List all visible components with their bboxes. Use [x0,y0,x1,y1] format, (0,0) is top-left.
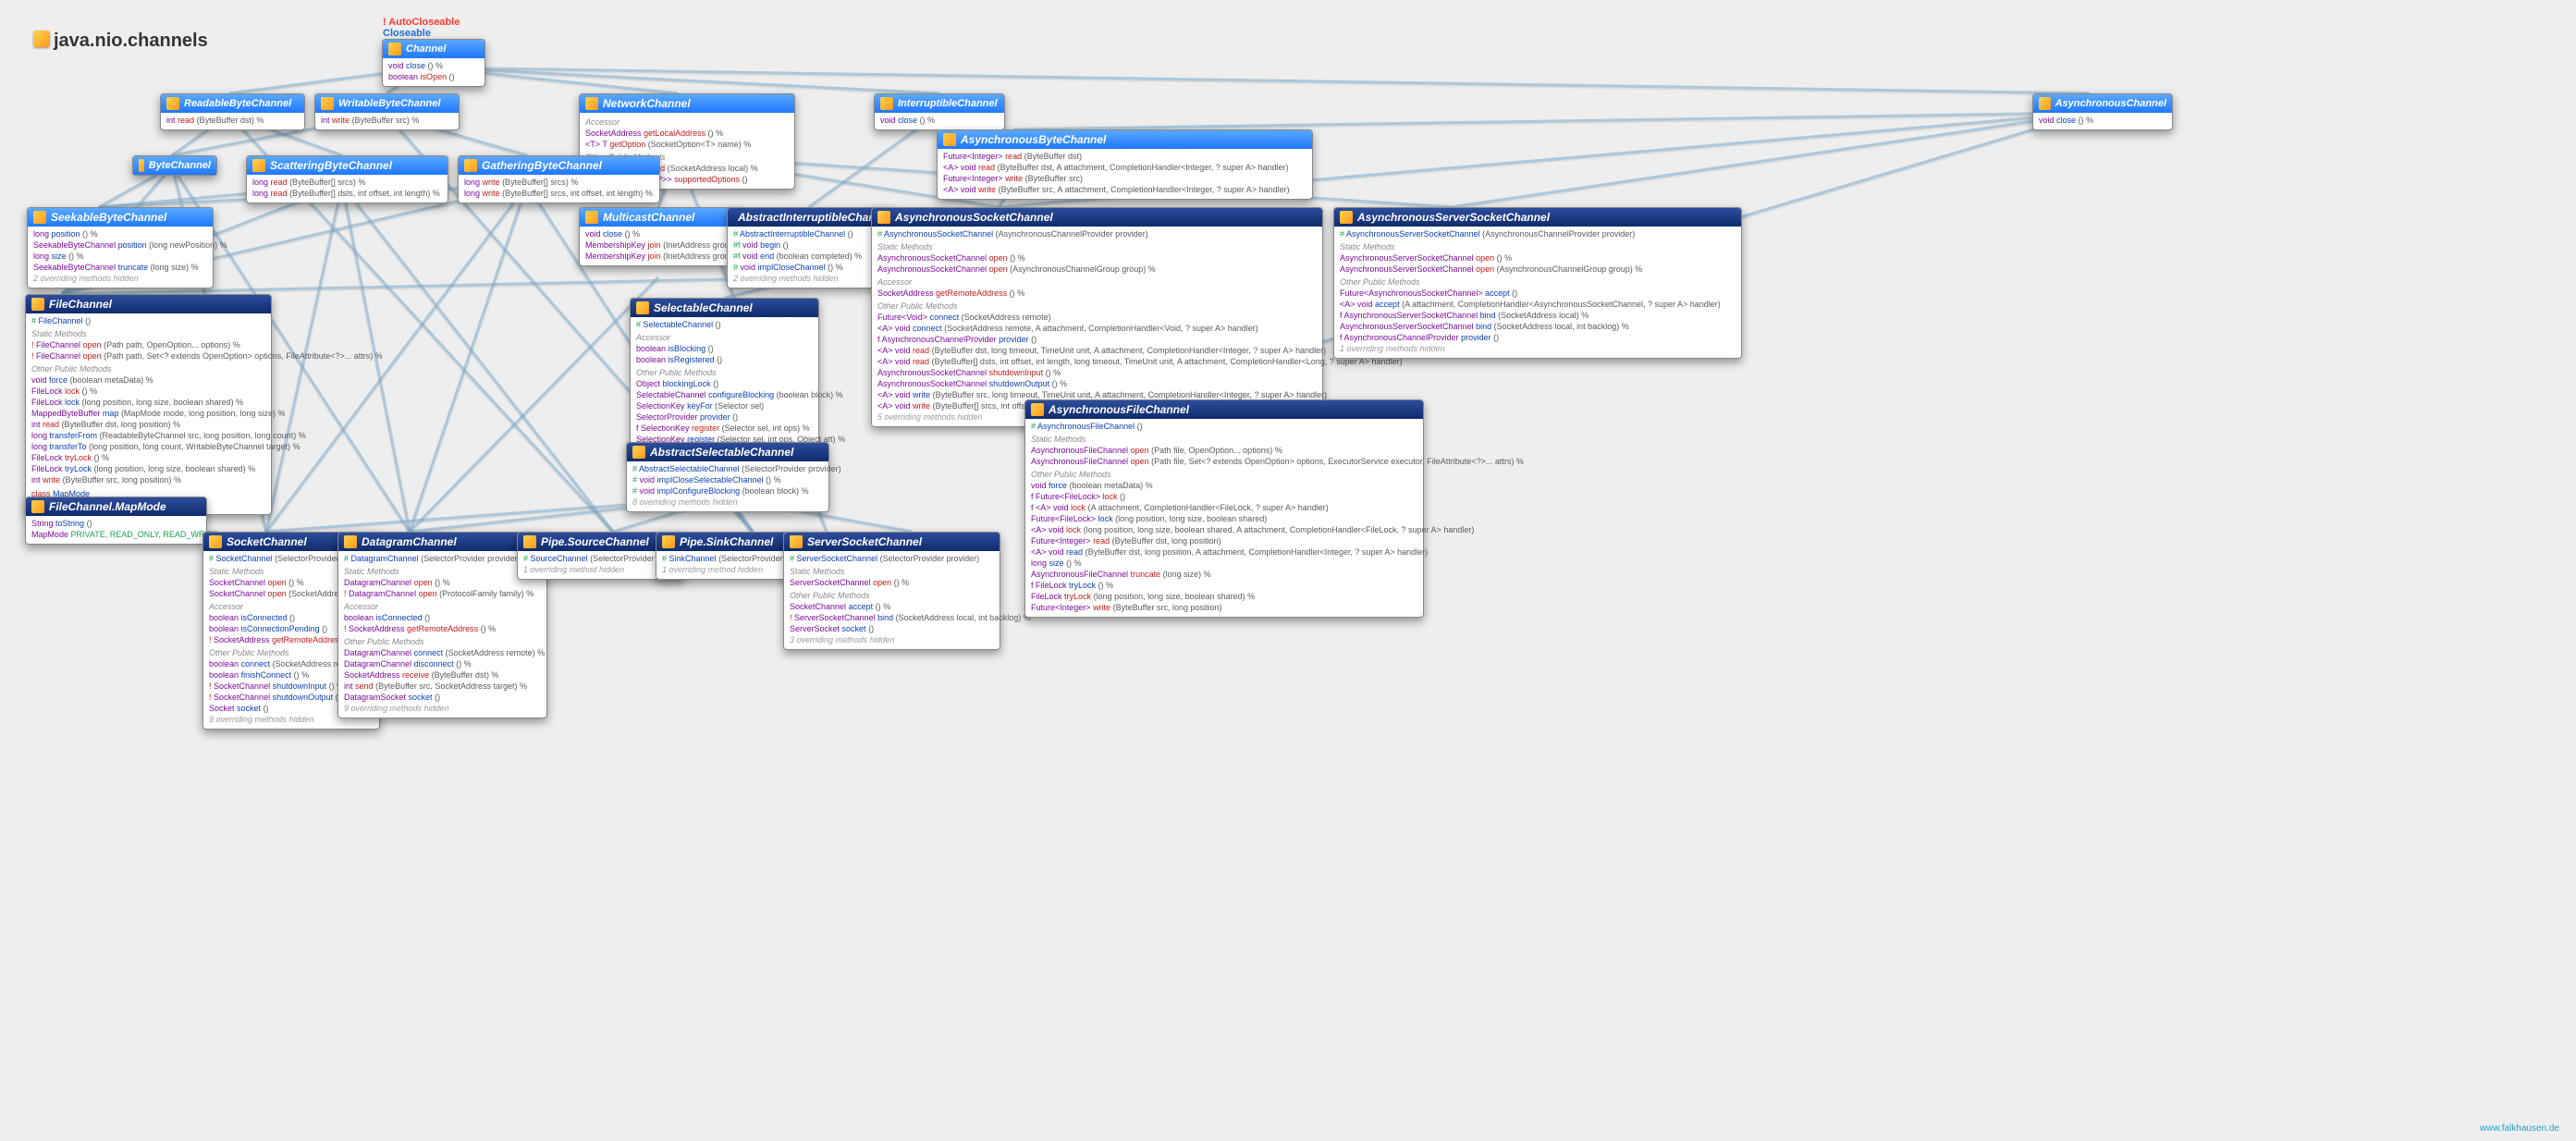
class-body: # AsynchronousFileChannel () Static Meth… [1025,419,1423,617]
interface-icon [388,43,401,55]
class-body: Future<Integer> read (ByteBuffer dst) <A… [938,149,1312,199]
class-serversocketchannel[interactable]: ServerSocketChannel # ServerSocketChanne… [783,532,1000,650]
class-body: # AsynchronousServerSocketChannel (Async… [1334,227,1741,358]
class-body: int read (ByteBuffer dst) % [161,113,304,129]
class-icon [877,211,890,224]
interface-icon [2039,97,2051,110]
class-readablebytechannel[interactable]: ReadableByteChannel int read (ByteBuffer… [160,93,305,130]
class-icon [636,301,649,314]
class-selectablechannel[interactable]: SelectableChannel # SelectableChannel ()… [630,298,819,460]
class-body: void close () % [2033,113,2172,129]
class-body: int write (ByteBuffer src) % [315,113,459,129]
class-asynchronousfilechannel[interactable]: AsynchronousFileChannel # AsynchronousFi… [1024,399,1424,618]
class-title: WritableByteChannel [338,98,440,109]
class-body: long position () % SeekableByteChannel p… [28,227,213,288]
class-icon [209,535,222,548]
class-icon [31,298,44,311]
interface-icon [464,159,477,172]
class-title: ReadableByteChannel [184,98,291,109]
class-title: AsynchronousServerSocketChannel [1357,211,1550,224]
class-title: GatheringByteChannel [482,159,602,172]
diagram-canvas: java.nio.channels ! AutoCloseable Closea… [0,0,2576,1141]
class-body: # AsynchronousSocketChannel (Asynchronou… [872,227,1322,426]
interface-icon [880,97,893,110]
class-title: ServerSocketChannel [807,535,922,548]
class-filechannel-mapmode[interactable]: FileChannel.MapMode String toString () M… [25,497,207,545]
interface-icon [139,159,144,172]
class-title: Pipe.SourceChannel [541,535,649,548]
interface-icon [585,97,598,110]
class-title: ScatteringByteChannel [270,159,392,172]
class-title: InterruptibleChannel [898,98,998,109]
class-asynchronousserversocketchannel[interactable]: AsynchronousServerSocketChannel # Asynch… [1333,207,1742,359]
class-icon [344,535,357,548]
class-title: AbstractSelectableChannel [650,446,793,459]
class-title: AbstractInterruptibleChannel [738,211,891,224]
class-title: Channel [406,43,446,55]
class-icon [1031,403,1044,416]
interface-icon [943,133,956,146]
class-body: # DatagramChannel (SelectorProvider prov… [338,551,546,718]
class-icon [523,535,536,548]
class-icon [790,535,803,548]
interface-icon [33,211,46,224]
root-supertype-1: ! AutoCloseable [383,17,460,28]
class-title: ByteChannel [149,160,211,171]
class-body: # ServerSocketChannel (SelectorProvider … [784,551,1000,649]
class-title: SocketChannel [227,535,307,548]
class-filechannel[interactable]: FileChannel # FileChannel () Static Meth… [25,294,272,515]
root-supertype-2: Closeable [383,28,431,39]
class-icon [632,446,645,459]
package-title: java.nio.channels [54,31,208,52]
class-body: # SelectableChannel () Accessor boolean … [631,317,818,460]
interface-icon [252,159,265,172]
class-asynchronoussocketchannel[interactable]: AsynchronousSocketChannel # Asynchronous… [871,207,1323,427]
class-body: # AbstractSelectableChannel (SelectorPro… [627,461,828,511]
class-title: AsynchronousChannel [2055,98,2166,109]
class-channel[interactable]: Channel void close () % boolean isOpen (… [382,39,485,87]
class-abstractselectablechannel[interactable]: AbstractSelectableChannel # AbstractSele… [626,442,829,512]
class-multicastchannel[interactable]: MulticastChannel void close () % Members… [579,207,742,266]
class-body: # FileChannel () Static Methods ! FileCh… [26,313,271,514]
class-title: SelectableChannel [654,301,753,314]
footer-link[interactable]: www.falkhausen.de [2480,1123,2559,1134]
class-title: SeekableByteChannel [51,211,166,224]
interface-icon [585,211,598,224]
class-scatteringbytechannel[interactable]: ScatteringByteChannel long read (ByteBuf… [246,155,448,203]
class-bytechannel[interactable]: ByteChannel [132,155,217,176]
class-title: FileChannel.MapMode [49,500,166,513]
class-abstractinterruptiblechannel[interactable]: AbstractInterruptibleChannel # AbstractI… [727,207,895,288]
class-body: long read (ByteBuffer[] srcs) % long rea… [247,175,448,202]
class-body: long write (ByteBuffer[] srcs) % long wr… [459,175,659,202]
class-interruptiblechannel[interactable]: InterruptibleChannel void close () % [874,93,1005,130]
class-writablebytechannel[interactable]: WritableByteChannel int write (ByteBuffe… [314,93,460,130]
interface-icon [166,97,179,110]
class-title: AsynchronousSocketChannel [895,211,1053,224]
class-icon [31,500,44,513]
class-seekablebytechannel[interactable]: SeekableByteChannel long position () % S… [27,207,214,288]
class-body: # AbstractInterruptibleChannel () #f voi… [728,227,894,288]
class-title: Pipe.SinkChannel [680,535,773,548]
class-datagramchannel[interactable]: DatagramChannel # DatagramChannel (Selec… [337,532,547,718]
class-icon [1340,211,1353,224]
class-icon [662,535,675,548]
class-title: DatagramChannel [362,535,457,548]
class-title: FileChannel [49,298,112,311]
class-asynchronouschannel[interactable]: AsynchronousChannel void close () % [2032,93,2173,130]
class-title: AsynchronousByteChannel [961,133,1106,146]
class-body: void close () % [875,113,1004,129]
class-title: NetworkChannel [603,97,691,110]
class-body: void close () % boolean isOpen () [383,58,485,86]
class-body: String toString () MapMode PRIVATE, READ… [26,516,206,544]
class-body: void close () % MembershipKey join (Inet… [580,227,742,265]
class-title: AsynchronousFileChannel [1049,403,1189,416]
class-asynchronousbytechannel[interactable]: AsynchronousByteChannel Future<Integer> … [937,129,1313,200]
interface-icon [321,97,334,110]
package-icon [33,31,50,47]
class-title: MulticastChannel [603,211,694,224]
class-gatheringbytechannel[interactable]: GatheringByteChannel long write (ByteBuf… [458,155,660,203]
